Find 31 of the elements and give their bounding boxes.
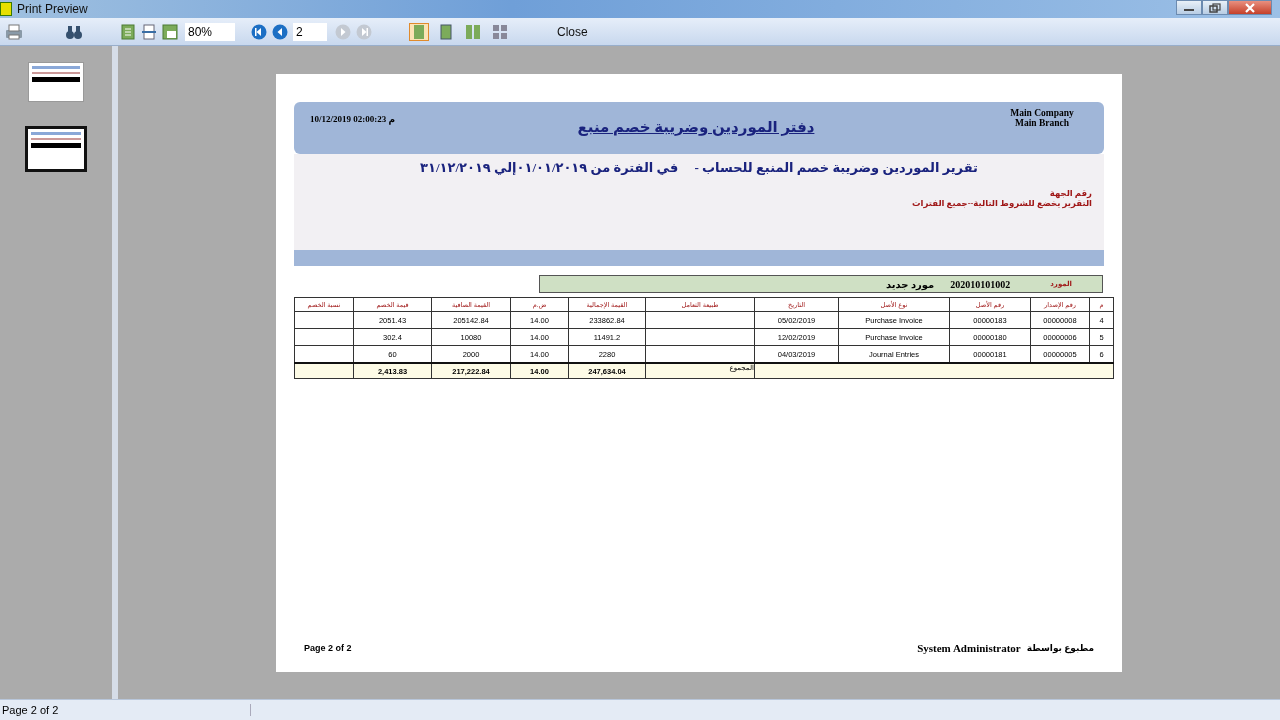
supplier-name: مورد جديد bbox=[885, 278, 935, 290]
company-name: Main Company bbox=[1009, 108, 1075, 118]
report-subtitle: تقرير الموردين وضريبة خصم المنبع للحساب - في الفترة من ٠١/٠١/٢٠١٩إلي ٣١/١٢/٢٠١٩ bbox=[420, 160, 978, 176]
app-icon bbox=[0, 2, 12, 16]
page-thumbnail[interactable] bbox=[25, 126, 87, 172]
page-number: Page 2 of 2 bbox=[304, 643, 352, 653]
binoculars-icon[interactable] bbox=[65, 23, 83, 40]
supplier-code: 202010101002 bbox=[950, 278, 1011, 290]
report-conditions: التقرير يخضع للشروط التالية--جميع الفترات bbox=[912, 198, 1092, 208]
printed-by-label: مطبوع بواسطة bbox=[1026, 643, 1094, 653]
close-button[interactable] bbox=[1228, 0, 1272, 15]
zoom-field[interactable]: 80% bbox=[185, 22, 235, 41]
page-icon[interactable] bbox=[120, 23, 136, 40]
window-title: Print Preview bbox=[17, 2, 88, 16]
minimize-button[interactable] bbox=[1176, 0, 1202, 15]
restore-icon bbox=[1209, 2, 1221, 13]
close-preview-button[interactable]: Close bbox=[553, 22, 592, 41]
branch-name: Main Branch bbox=[1013, 118, 1071, 128]
entity-label: رقم الجهة bbox=[1049, 188, 1092, 198]
page-width-icon[interactable] bbox=[141, 23, 157, 40]
printer-icon[interactable] bbox=[4, 23, 24, 40]
print-datetime: 10/12/2019 02:00:23 م bbox=[310, 114, 396, 124]
page-number-field[interactable]: 2 bbox=[293, 22, 327, 41]
restore-button[interactable] bbox=[1202, 0, 1228, 15]
printed-by-name: System Administrator bbox=[917, 642, 1021, 654]
report-title: دفتر الموردين وضريبة خصم منبع bbox=[577, 119, 815, 135]
page-icon[interactable] bbox=[162, 23, 178, 40]
multi-page-icon[interactable] bbox=[490, 22, 510, 41]
status-page: Page 2 of 2 bbox=[0, 704, 251, 716]
page-thumbnail[interactable] bbox=[28, 62, 84, 102]
close-icon bbox=[1244, 2, 1256, 13]
